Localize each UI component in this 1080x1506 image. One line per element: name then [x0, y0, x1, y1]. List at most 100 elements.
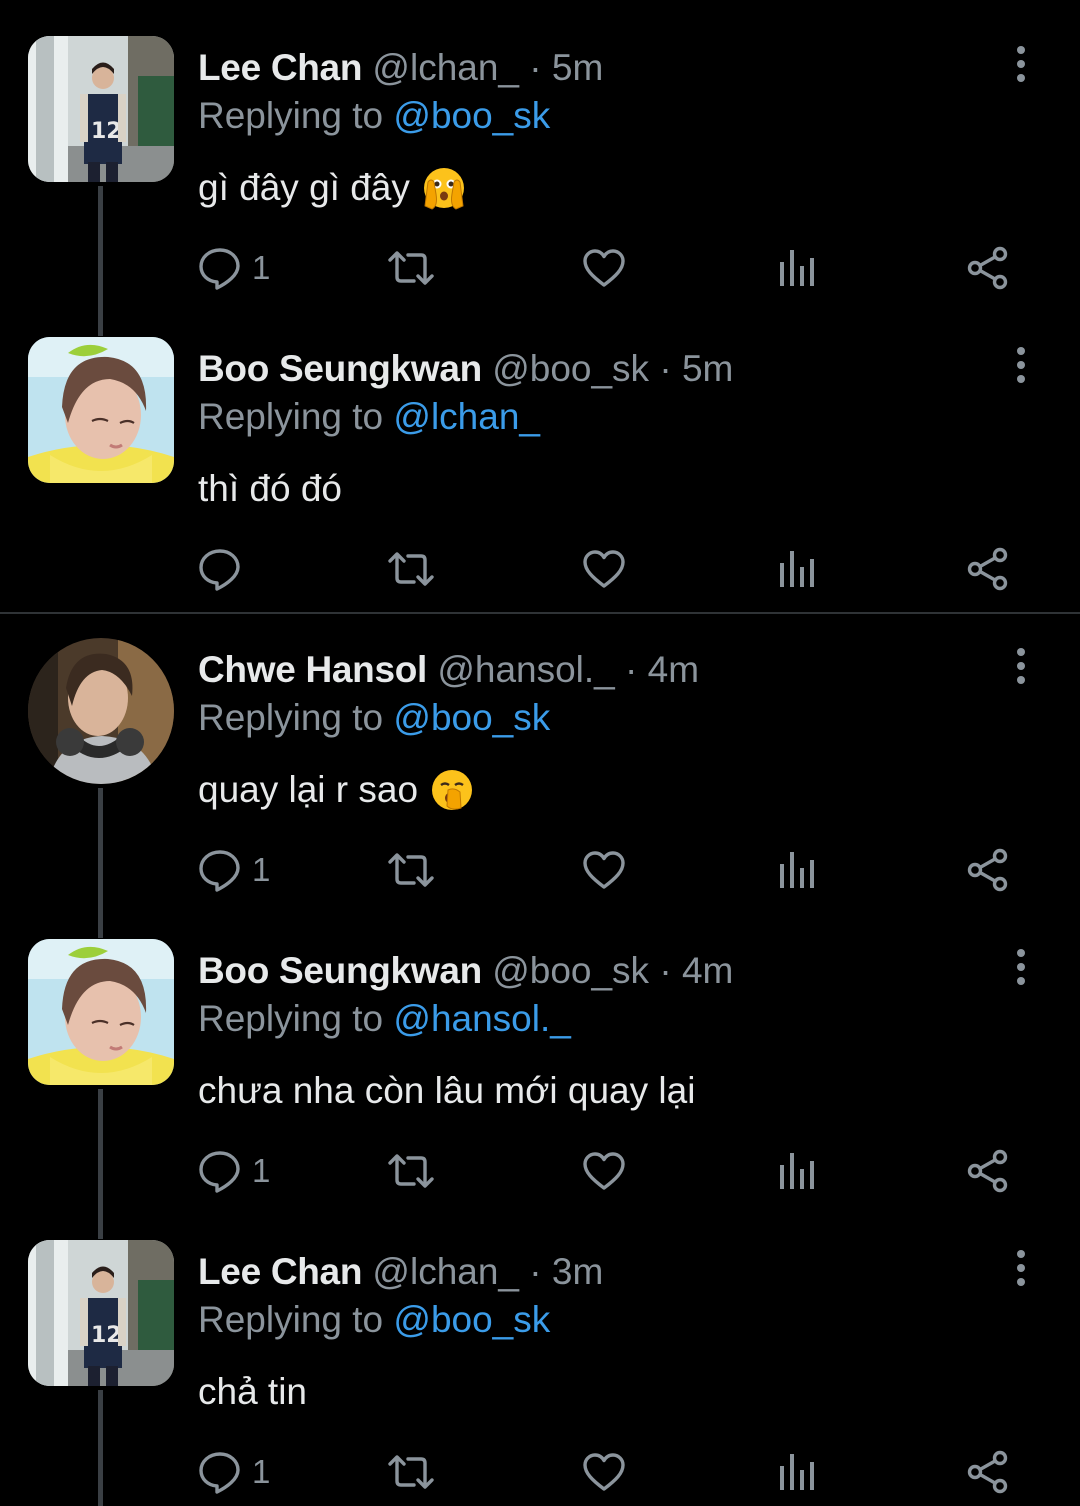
share-button[interactable] — [966, 240, 1010, 296]
retweet-icon — [386, 1151, 436, 1191]
replying-to: Replying to @boo_sk — [198, 92, 550, 140]
replying-to-label: Replying to — [198, 1299, 384, 1340]
share-button[interactable] — [966, 1143, 1010, 1199]
heart-icon — [582, 850, 626, 890]
replying-to-label: Replying to — [198, 95, 384, 136]
tweet-5[interactable]: Lee Chan @lchan_ · 3m Replying to @boo_s… — [0, 1204, 1080, 1506]
display-name[interactable]: Boo Seungkwan — [198, 348, 482, 389]
action-bar: 1 — [198, 1444, 1028, 1500]
tweet-text: quay lại r sao — [198, 762, 474, 818]
handle[interactable]: @hansol._ — [437, 649, 614, 690]
replying-to: Replying to @hansol._ — [198, 995, 571, 1043]
tweet-3[interactable]: Chwe Hansol @hansol._ · 4m Replying to @… — [0, 602, 1080, 938]
yawning-face-icon — [430, 768, 474, 812]
tweet-text: chưa nha còn lâu mới quay lại — [198, 1063, 695, 1119]
retweet-button[interactable] — [386, 842, 436, 898]
share-icon — [966, 547, 1010, 591]
separator: · — [625, 649, 638, 690]
reply-button[interactable]: 1 — [198, 842, 270, 898]
mention-link[interactable]: @boo_sk — [393, 95, 550, 136]
handle[interactable]: @lchan_ — [372, 47, 519, 88]
reply-count: 1 — [252, 1152, 271, 1189]
avatar[interactable] — [28, 939, 174, 1085]
handle[interactable]: @lchan_ — [372, 1251, 519, 1292]
tweet-text: gì đây gì đây — [198, 160, 466, 216]
more-options-icon[interactable] — [1004, 1248, 1038, 1288]
retweet-button[interactable] — [386, 240, 436, 296]
retweet-button[interactable] — [386, 1444, 436, 1500]
stats-icon — [778, 1452, 818, 1492]
timestamp[interactable]: 4m — [682, 950, 733, 991]
separator: · — [529, 47, 542, 88]
stats-icon — [778, 1151, 818, 1191]
display-name[interactable]: Lee Chan — [198, 1251, 362, 1292]
mention-link[interactable]: @boo_sk — [393, 1299, 550, 1340]
views-button[interactable] — [778, 842, 818, 898]
retweet-icon — [386, 1452, 436, 1492]
heart-icon — [582, 248, 626, 288]
replying-to-label: Replying to — [198, 396, 384, 437]
like-button[interactable] — [582, 842, 626, 898]
timestamp[interactable]: 5m — [552, 47, 603, 88]
reply-button[interactable] — [198, 541, 252, 597]
tweet-4[interactable]: Boo Seungkwan @boo_sk · 4m Replying to @… — [0, 903, 1080, 1239]
like-button[interactable] — [582, 1143, 626, 1199]
views-button[interactable] — [778, 1444, 818, 1500]
display-name[interactable]: Chwe Hansol — [198, 649, 427, 690]
more-options-icon[interactable] — [1004, 646, 1038, 686]
share-icon — [966, 1149, 1010, 1193]
separator: · — [659, 348, 672, 389]
like-button[interactable] — [582, 240, 626, 296]
more-options-icon[interactable] — [1004, 345, 1038, 385]
avatar[interactable] — [28, 1240, 174, 1386]
retweet-button[interactable] — [386, 541, 436, 597]
timestamp[interactable]: 3m — [552, 1251, 603, 1292]
reply-count: 1 — [252, 1453, 271, 1490]
action-bar — [198, 541, 1028, 597]
avatar[interactable] — [28, 337, 174, 483]
replying-to: Replying to @boo_sk — [198, 1296, 550, 1344]
reply-icon — [198, 1450, 242, 1494]
mention-link[interactable]: @hansol._ — [393, 998, 570, 1039]
more-options-icon[interactable] — [1004, 44, 1038, 84]
retweet-icon — [386, 549, 436, 589]
share-icon — [966, 848, 1010, 892]
display-name[interactable]: Boo Seungkwan — [198, 950, 482, 991]
action-bar: 1 — [198, 240, 1028, 296]
more-options-icon[interactable] — [1004, 947, 1038, 987]
handle[interactable]: @boo_sk — [492, 950, 649, 991]
views-button[interactable] — [778, 240, 818, 296]
like-button[interactable] — [582, 1444, 626, 1500]
tweet-text-content: thì đó đó — [198, 468, 343, 509]
reply-icon — [198, 848, 242, 892]
stats-icon — [778, 549, 818, 589]
share-icon — [966, 246, 1010, 290]
display-name[interactable]: Lee Chan — [198, 47, 362, 88]
tweet-1[interactable]: Lee Chan @lchan_ · 5m Replying to @boo_s… — [0, 0, 1080, 336]
timestamp[interactable]: 4m — [648, 649, 699, 690]
tweet-2[interactable]: Boo Seungkwan @boo_sk · 5m Replying to @… — [0, 301, 1080, 611]
views-button[interactable] — [778, 541, 818, 597]
reply-button[interactable]: 1 — [198, 240, 270, 296]
handle[interactable]: @boo_sk — [492, 348, 649, 389]
reply-button[interactable]: 1 — [198, 1143, 270, 1199]
replying-to: Replying to @boo_sk — [198, 694, 550, 742]
reply-icon — [198, 547, 242, 591]
avatar[interactable] — [28, 638, 174, 784]
timestamp[interactable]: 5m — [682, 348, 733, 389]
replying-to-label: Replying to — [198, 998, 384, 1039]
heart-icon — [582, 1452, 626, 1492]
tweet-text-content: quay lại r sao — [198, 769, 419, 810]
avatar[interactable] — [28, 36, 174, 182]
share-button[interactable] — [966, 1444, 1010, 1500]
reply-count: 1 — [252, 851, 271, 888]
retweet-button[interactable] — [386, 1143, 436, 1199]
share-button[interactable] — [966, 541, 1010, 597]
separator: · — [659, 950, 672, 991]
reply-button[interactable]: 1 — [198, 1444, 270, 1500]
mention-link[interactable]: @lchan_ — [393, 396, 540, 437]
like-button[interactable] — [582, 541, 626, 597]
mention-link[interactable]: @boo_sk — [393, 697, 550, 738]
share-button[interactable] — [966, 842, 1010, 898]
views-button[interactable] — [778, 1143, 818, 1199]
